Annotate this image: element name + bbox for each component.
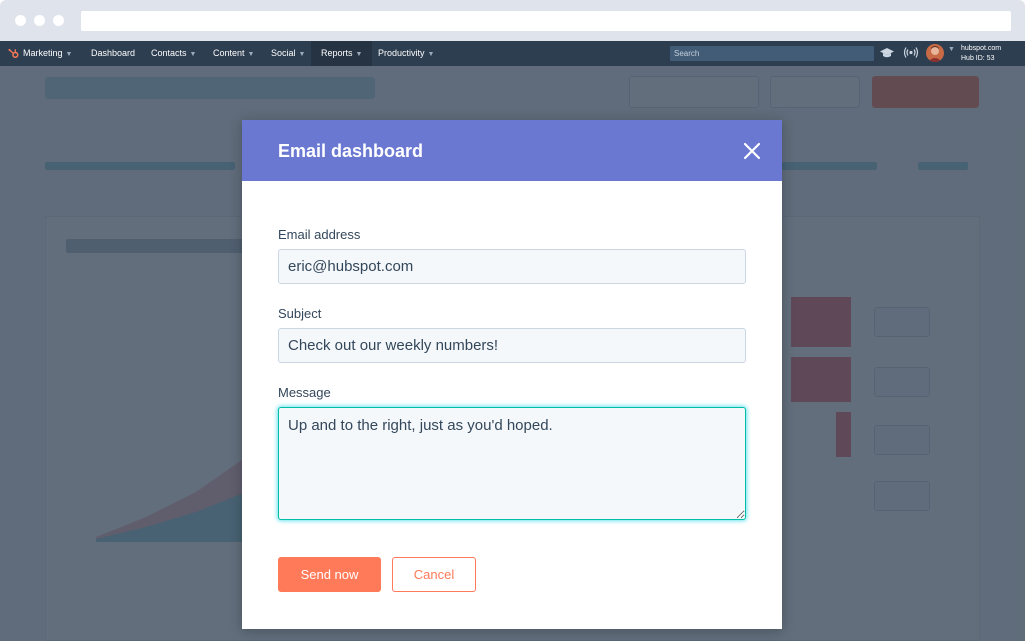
close-icon[interactable] <box>741 140 763 162</box>
chevron-down-icon: ▼ <box>427 51 435 58</box>
search-input[interactable]: Search <box>670 46 874 61</box>
nav-reports-label: Reports <box>321 48 353 58</box>
hub-id: Hub ID: 53 <box>961 55 995 62</box>
nav-contacts[interactable]: Contacts ▼ <box>143 41 204 66</box>
cancel-button[interactable]: Cancel <box>392 557 476 592</box>
chevron-down-icon: ▼ <box>355 51 363 58</box>
nav-productivity-label: Productivity <box>378 48 425 58</box>
url-bar[interactable] <box>81 11 1011 31</box>
nav-dashboard-label: Dashboard <box>91 48 136 58</box>
broadcast-icon[interactable] <box>903 46 919 59</box>
chevron-down-icon: ▼ <box>298 51 306 58</box>
graduation-cap-icon[interactable] <box>880 47 894 59</box>
chevron-down-icon: ▼ <box>65 51 73 58</box>
send-now-button[interactable]: Send now <box>278 557 381 592</box>
avatar[interactable] <box>926 44 944 62</box>
nav-dashboard[interactable]: Dashboard <box>82 41 144 66</box>
chevron-down-icon: ▼ <box>189 51 197 58</box>
browser-chrome <box>0 0 1025 41</box>
message-label: Message <box>278 385 331 400</box>
nav-marketing-label: Marketing <box>23 48 63 58</box>
nav-productivity[interactable]: Productivity ▼ <box>370 41 442 66</box>
email-address-input[interactable] <box>278 249 746 284</box>
email-dashboard-modal: Email dashboard Email address Subject Me… <box>242 120 782 629</box>
chevron-down-icon[interactable]: ▼ <box>948 46 955 53</box>
account-info[interactable]: hubspot.com Hub ID: 53 <box>961 44 1001 64</box>
modal-title: Email dashboard <box>278 141 424 161</box>
nav-reports[interactable]: Reports ▼ <box>311 41 373 66</box>
hubspot-logo-icon[interactable] <box>8 48 19 59</box>
chevron-down-icon: ▼ <box>247 51 255 58</box>
message-textarea[interactable]: Up and to the right, just as you'd hoped… <box>278 407 746 520</box>
modal-header: Email dashboard <box>242 120 782 181</box>
nav-content-label: Content <box>213 48 245 58</box>
email-address-label: Email address <box>278 227 361 242</box>
window-minimize-dot[interactable] <box>34 15 45 26</box>
subject-input[interactable] <box>278 328 746 363</box>
window-maximize-dot[interactable] <box>53 15 64 26</box>
nav-contacts-label: Contacts <box>151 48 187 58</box>
nav-social-label: Social <box>271 48 296 58</box>
window-close-dot[interactable] <box>15 15 26 26</box>
nav-social[interactable]: Social ▼ <box>263 41 313 66</box>
subject-label: Subject <box>278 306 322 321</box>
nav-content[interactable]: Content ▼ <box>205 41 262 66</box>
account-domain: hubspot.com <box>961 45 1002 52</box>
nav-marketing[interactable]: Marketing ▼ <box>23 41 72 66</box>
